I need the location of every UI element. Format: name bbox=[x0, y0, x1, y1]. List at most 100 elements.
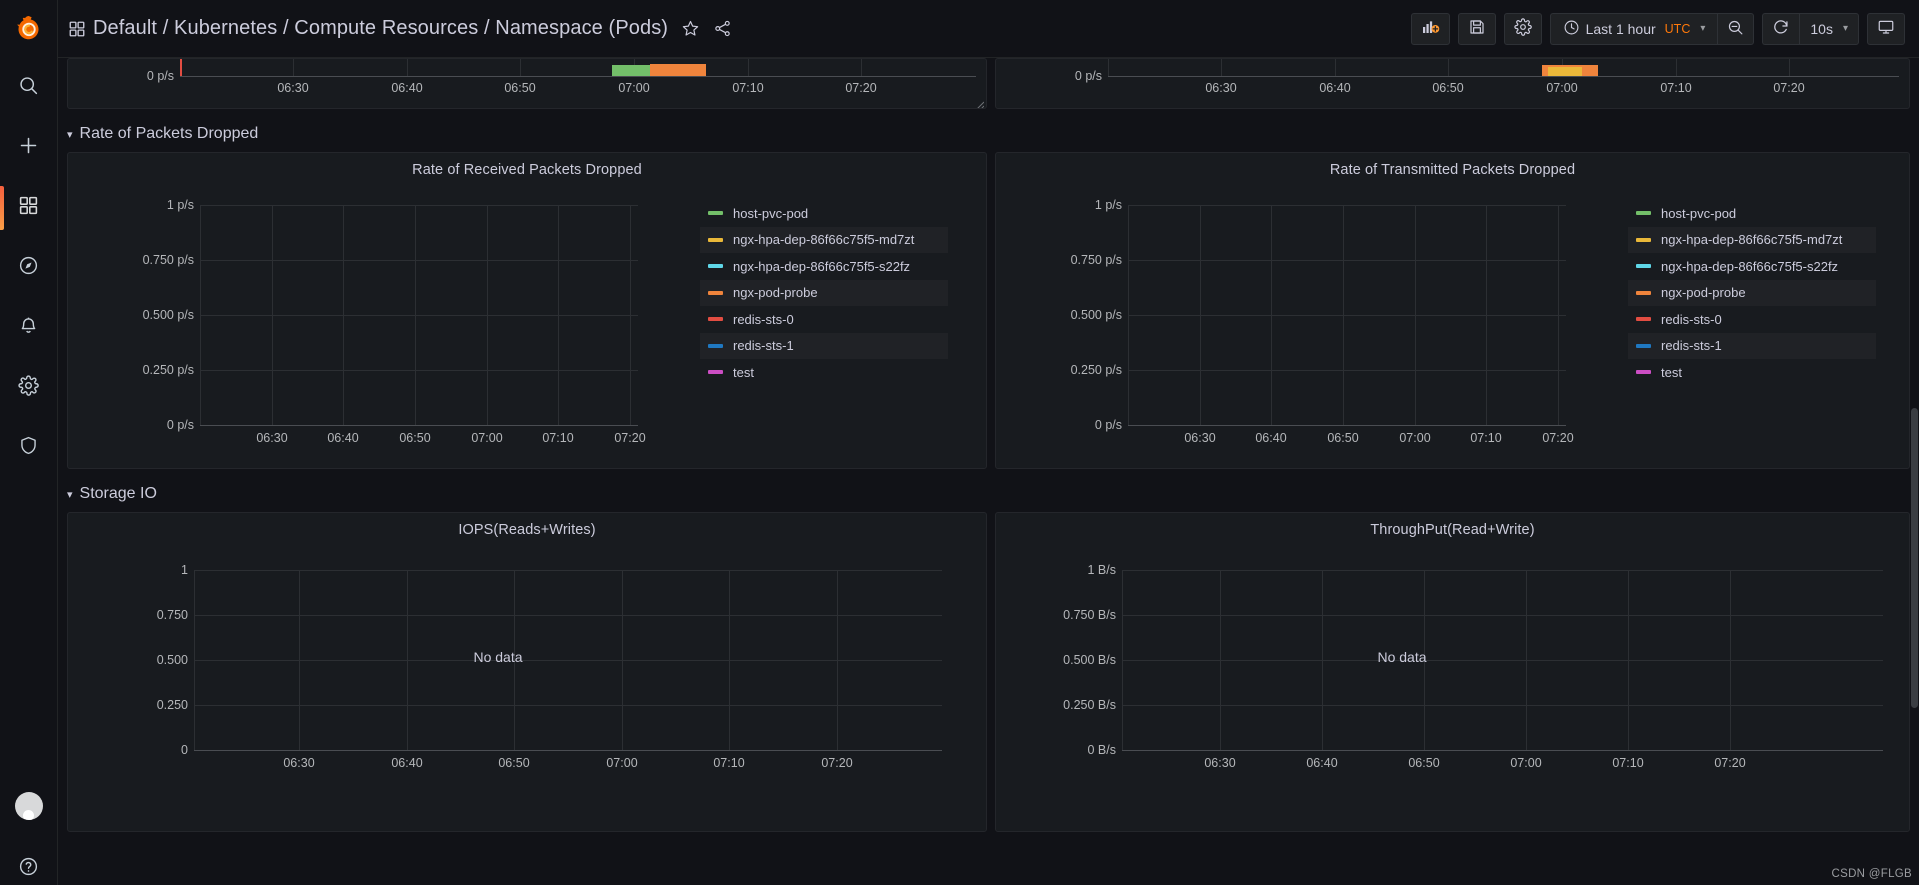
legend-transmitted: host-pvc-pod ngx-hpa-dep-86f66c75f5-md7z… bbox=[1628, 200, 1876, 386]
y-tick: 0.500 bbox=[156, 653, 188, 667]
sidebar-item-create[interactable] bbox=[0, 118, 58, 178]
x-tick: 07:00 bbox=[1399, 431, 1431, 445]
dashboard-row-cut: 0 p/s 06:30 06:40 06:50 07:00 07:10 07:2… bbox=[58, 58, 1919, 109]
x-tick: 06:40 bbox=[327, 431, 359, 445]
plot-cut-left: 0 p/s 06:30 06:40 06:50 07:00 07:10 07:2… bbox=[68, 59, 986, 108]
legend-item[interactable]: ngx-pod-probe bbox=[700, 279, 948, 306]
legend-swatch bbox=[708, 264, 723, 269]
legend-item[interactable]: ngx-hpa-dep-86f66c75f5-md7zt bbox=[1628, 226, 1876, 253]
sidebar-item-profile[interactable] bbox=[0, 779, 58, 839]
x-tick: 07:00 bbox=[618, 81, 650, 95]
clock-icon bbox=[1563, 19, 1580, 39]
legend-label: ngx-pod-probe bbox=[1661, 285, 1746, 301]
x-tick: 06:40 bbox=[1306, 756, 1338, 770]
legend-item[interactable]: test bbox=[700, 359, 948, 386]
share-nodes-icon[interactable] bbox=[713, 19, 732, 38]
y-tick: 0 p/s bbox=[166, 418, 194, 432]
y-axis: 1 0.750 0.500 0.250 0 bbox=[68, 547, 194, 831]
x-tick: 07:10 bbox=[1660, 81, 1692, 95]
panel-cut-left[interactable]: 0 p/s 06:30 06:40 06:50 07:00 07:10 07:2… bbox=[67, 58, 987, 109]
zoom-out-time-button[interactable] bbox=[1717, 12, 1755, 45]
dashboard-toolbar: Last 1 hour UTC ▾ 10s ▾ bbox=[1410, 12, 1905, 45]
legend-item[interactable]: test bbox=[1628, 359, 1876, 386]
panel-iops[interactable]: IOPS(Reads+Writes) 1 0.750 0.500 0.250 0 bbox=[67, 512, 987, 832]
x-tick: 06:50 bbox=[1327, 431, 1359, 445]
legend-swatch bbox=[708, 290, 723, 295]
legend-item[interactable]: ngx-hpa-dep-86f66c75f5-s22fz bbox=[700, 253, 948, 280]
sidebar-item-server-admin[interactable] bbox=[0, 418, 58, 478]
add-panel-icon bbox=[1421, 18, 1440, 39]
y-tick: 0.250 B/s bbox=[1063, 698, 1116, 712]
legend-label: redis-sts-1 bbox=[1661, 338, 1722, 354]
legend-item[interactable]: host-pvc-pod bbox=[1628, 200, 1876, 227]
plot-grid: 06:30 06:40 06:50 07:00 07:10 07:20 bbox=[1122, 547, 1883, 831]
top-navbar: Default / Kubernetes / Compute Resources… bbox=[58, 0, 1919, 58]
question-help-icon bbox=[18, 856, 39, 882]
section-header-packets[interactable]: ▾ Rate of Packets Dropped bbox=[67, 118, 1919, 150]
y-tick: 0 p/s bbox=[146, 69, 174, 83]
legend-item[interactable]: host-pvc-pod bbox=[700, 200, 948, 227]
sidebar-item-alerting[interactable] bbox=[0, 298, 58, 358]
panel-title: ThroughPut(Read+Write) bbox=[1370, 522, 1535, 538]
sidebar-item-help[interactable] bbox=[0, 839, 58, 885]
chevron-down-icon: ▾ bbox=[1842, 23, 1848, 34]
y-tick: 0 p/s bbox=[1074, 69, 1102, 83]
dashboard-settings-button[interactable] bbox=[1503, 12, 1542, 45]
x-tick: 06:30 bbox=[277, 81, 309, 95]
legend-label: ngx-hpa-dep-86f66c75f5-md7zt bbox=[733, 232, 915, 248]
legend-item[interactable]: ngx-pod-probe bbox=[1628, 279, 1876, 306]
compass-explore-icon bbox=[18, 255, 39, 281]
refresh-interval-picker[interactable]: 10s ▾ bbox=[1799, 12, 1859, 45]
legend-swatch bbox=[1636, 290, 1651, 295]
x-tick: 07:10 bbox=[1612, 756, 1644, 770]
legend-item[interactable]: redis-sts-1 bbox=[700, 332, 948, 359]
panel-received-packets-dropped[interactable]: Rate of Received Packets Dropped 1 p/s 0… bbox=[67, 152, 987, 469]
plot-grid: 06:30 06:40 06:50 07:00 07:10 07:20 bbox=[194, 547, 942, 831]
x-tick: 07:20 bbox=[845, 81, 877, 95]
section-header-storage-io[interactable]: ▾ Storage IO bbox=[67, 478, 1919, 510]
y-axis: 0 p/s bbox=[68, 59, 180, 108]
x-tick: 06:30 bbox=[1204, 756, 1236, 770]
legend-swatch bbox=[708, 237, 723, 242]
grafana-logo-icon[interactable] bbox=[0, 0, 58, 58]
sidebar-item-configuration[interactable] bbox=[0, 358, 58, 418]
plot-transmitted: 1 p/s 0.750 p/s 0.500 p/s 0.250 p/s 0 p/… bbox=[996, 187, 1909, 468]
x-tick: 07:10 bbox=[713, 756, 745, 770]
plot-cut-right: 0 p/s 06:30 06:40 06:50 07:00 07:10 07:2… bbox=[996, 59, 1909, 108]
legend-received: host-pvc-pod ngx-hpa-dep-86f66c75f5-md7z… bbox=[700, 200, 948, 386]
legend-swatch bbox=[1636, 317, 1651, 322]
legend-label: ngx-hpa-dep-86f66c75f5-md7zt bbox=[1661, 232, 1843, 248]
panel-cut-right[interactable]: 0 p/s 06:30 06:40 06:50 07:00 07:10 07:2… bbox=[995, 58, 1910, 109]
legend-label: test bbox=[733, 364, 754, 380]
legend-swatch bbox=[708, 317, 723, 322]
add-panel-button[interactable] bbox=[1410, 12, 1450, 45]
sidebar-item-dashboards[interactable] bbox=[0, 178, 58, 238]
timezone-label: UTC bbox=[1664, 21, 1691, 36]
sidebar-item-search[interactable] bbox=[0, 58, 58, 118]
legend-item[interactable]: ngx-hpa-dep-86f66c75f5-s22fz bbox=[1628, 253, 1876, 280]
refresh-button[interactable] bbox=[1762, 12, 1800, 45]
x-tick: 06:40 bbox=[1255, 431, 1287, 445]
legend-label: ngx-hpa-dep-86f66c75f5-s22fz bbox=[1661, 258, 1839, 274]
panel-transmitted-packets-dropped[interactable]: Rate of Transmitted Packets Dropped 1 p/… bbox=[995, 152, 1910, 469]
vertical-scrollbar[interactable] bbox=[1911, 408, 1918, 708]
x-tick: 07:20 bbox=[821, 756, 853, 770]
time-range-picker[interactable]: Last 1 hour UTC ▾ bbox=[1549, 12, 1718, 45]
kiosk-mode-button[interactable] bbox=[1867, 12, 1905, 45]
dashboard-row-storage: IOPS(Reads+Writes) 1 0.750 0.500 0.250 0 bbox=[58, 512, 1919, 832]
x-tick: 07:00 bbox=[606, 756, 638, 770]
sidebar-item-explore[interactable] bbox=[0, 238, 58, 298]
legend-item[interactable]: redis-sts-0 bbox=[1628, 306, 1876, 333]
legend-item[interactable]: redis-sts-1 bbox=[1628, 332, 1876, 359]
legend-item[interactable]: ngx-hpa-dep-86f66c75f5-md7zt bbox=[700, 226, 948, 253]
refresh-circle-icon bbox=[1772, 18, 1790, 39]
star-favorite-icon[interactable] bbox=[681, 19, 700, 38]
plot-received: 1 p/s 0.750 p/s 0.500 p/s 0.250 p/s 0 p/… bbox=[68, 187, 986, 468]
breadcrumb-title[interactable]: Default / Kubernetes / Compute Resources… bbox=[93, 17, 668, 40]
time-controls: Last 1 hour UTC ▾ bbox=[1549, 12, 1755, 45]
y-tick: 0.500 B/s bbox=[1063, 653, 1116, 667]
save-dashboard-button[interactable] bbox=[1457, 12, 1496, 45]
panel-throughput[interactable]: ThroughPut(Read+Write) 1 B/s 0.750 B/s 0… bbox=[995, 512, 1910, 832]
panel-resize-handle[interactable] bbox=[975, 97, 985, 108]
legend-item[interactable]: redis-sts-0 bbox=[700, 306, 948, 333]
